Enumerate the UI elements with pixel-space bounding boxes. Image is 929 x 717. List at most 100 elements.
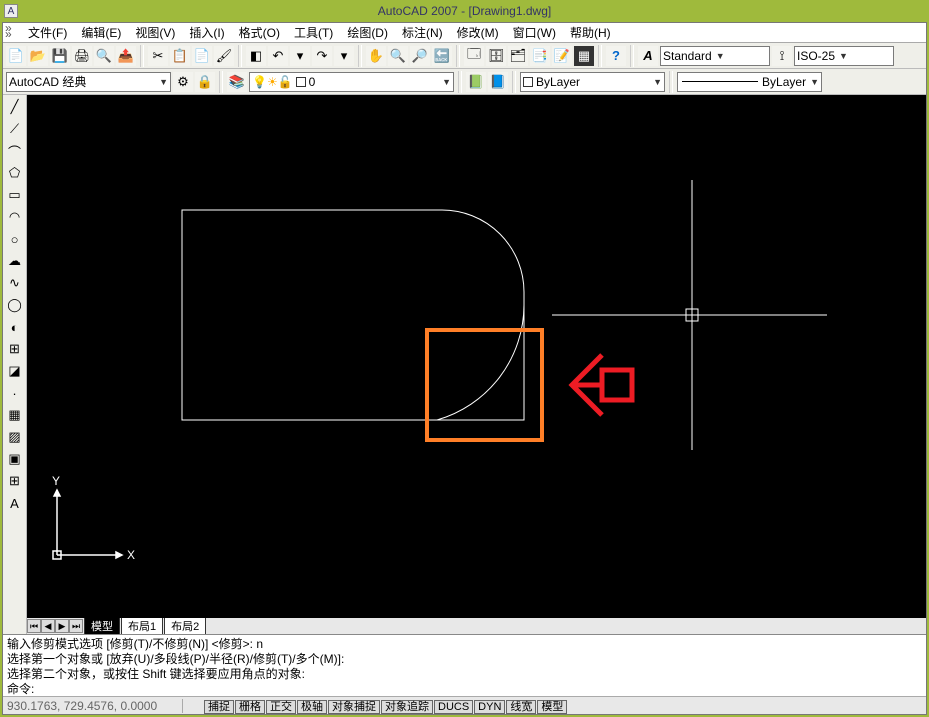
menubar-handle[interactable]: »» [5,25,12,37]
drawing-canvas[interactable]: X Y [27,95,926,618]
gradient-icon[interactable]: ▨ [5,427,25,447]
status-toggle-9[interactable]: 模型 [537,700,567,714]
tab-prev-icon[interactable]: ◀ [41,619,55,633]
dimstyle-icon[interactable]: ⟟ [772,46,792,66]
arc-icon[interactable]: ◠ [5,207,25,227]
ellipse-arc-icon[interactable]: ◐ [5,317,25,337]
redo-drop-icon[interactable]: ▾ [334,46,354,66]
tab-layout2[interactable]: 布局2 [164,617,206,635]
textstyle-dropdown[interactable]: Standard▼ [660,46,770,66]
menu-format[interactable]: 格式(O) [236,23,283,42]
tab-first-icon[interactable]: ⏮ [27,619,41,633]
save-icon[interactable]: 💾 [50,46,70,66]
status-toggle-2[interactable]: 正交 [266,700,296,714]
block-icon[interactable]: ◪ [5,361,25,381]
layer-manager-icon[interactable]: 📚 [227,72,247,92]
insert-icon[interactable]: ⊞ [5,339,25,359]
tab-last-icon[interactable]: ⏭ [69,619,83,633]
menu-tools[interactable]: 工具(T) [291,23,336,42]
linetype-dropdown[interactable]: ByLayer ▼ [520,72,665,92]
paste-icon[interactable]: 📄 [192,46,212,66]
preview-icon[interactable]: 🔍 [94,46,114,66]
props-icon[interactable]: 🗔 [464,46,484,66]
layer-color-swatch [296,77,306,87]
dimstyle-dropdown[interactable]: ISO-25▼ [794,46,894,66]
redo-icon[interactable]: ↷ [312,46,332,66]
status-toggle-4[interactable]: 对象捕捉 [328,700,380,714]
circle-icon[interactable]: ○ [5,229,25,249]
ellipse-icon[interactable]: ◯ [5,295,25,315]
menu-insert[interactable]: 插入(I) [186,23,227,42]
color-swatch [523,77,533,87]
menu-help[interactable]: 帮助(H) [567,23,614,42]
undo-drop-icon[interactable]: ▾ [290,46,310,66]
status-toggle-8[interactable]: 线宽 [506,700,536,714]
point-icon[interactable]: · [5,383,25,403]
undo-icon[interactable]: ↶ [268,46,288,66]
layer-name: 0 [309,75,316,89]
xline-icon[interactable]: ⟋ [5,119,25,139]
publish-icon[interactable]: 📤 [116,46,136,66]
menu-draw[interactable]: 绘图(D) [344,23,391,42]
menu-dimension[interactable]: 标注(N) [399,23,446,42]
window-title: AutoCAD 2007 - [Drawing1.dwg] [378,4,551,18]
workspace-lock-icon[interactable]: 🔒 [195,72,215,92]
rectangle-icon[interactable]: ▭ [5,185,25,205]
textstyle-value: Standard [663,49,712,63]
tool-pal-icon[interactable]: 🗂 [508,46,528,66]
workspace-dropdown[interactable]: AutoCAD 经典▼ [6,72,171,92]
layer-prev-icon[interactable]: 📗 [466,72,486,92]
lineweight-preview [682,81,758,82]
markup-icon[interactable]: 📝 [552,46,572,66]
region-icon[interactable]: ▣ [5,449,25,469]
workspace-settings-icon[interactable]: ⚙ [173,72,193,92]
menu-modify[interactable]: 修改(M) [454,23,502,42]
hatch-icon[interactable]: ▦ [5,405,25,425]
status-toggle-6[interactable]: DUCS [434,700,473,714]
sheetset-icon[interactable]: 📑 [530,46,550,66]
layer-bulb-icon: 💡 [252,75,267,89]
revcloud-icon[interactable]: ☁ [5,251,25,271]
layer-state-icon[interactable]: 📘 [488,72,508,92]
menu-view[interactable]: 视图(V) [132,23,178,42]
spline-icon[interactable]: ∿ [5,273,25,293]
polygon-icon[interactable]: ⬠ [5,163,25,183]
table-icon[interactable]: ⊞ [5,471,25,491]
lineweight-dropdown[interactable]: ByLayer ▼ [677,72,822,92]
sysmenu-icon[interactable]: A [4,4,18,18]
status-toggle-3[interactable]: 极轴 [297,700,327,714]
copy-icon[interactable]: 📋 [170,46,190,66]
layer-dropdown[interactable]: 💡 ☀ 🔓 0 ▼ [249,72,454,92]
help-icon[interactable]: ? [606,46,626,66]
menu-window[interactable]: 窗口(W) [510,23,559,42]
line-icon[interactable]: ╱ [5,97,25,117]
draw-toolbar: ╱⟋⌒⬠▭◠○☁∿◯◐⊞◪·▦▨▣⊞A [3,95,27,634]
tab-model[interactable]: 模型 [84,617,120,635]
match-icon[interactable]: 🖌 [214,46,234,66]
pan-icon[interactable]: ✋ [366,46,386,66]
new-icon[interactable]: 📄 [6,46,26,66]
toolbar-row-2: AutoCAD 经典▼ ⚙ 🔒 📚 💡 ☀ 🔓 0 ▼ 📗 📘 ByLayer … [3,69,926,95]
status-toggle-5[interactable]: 对象追踪 [381,700,433,714]
open-icon[interactable]: 📂 [28,46,48,66]
zoom-prev-icon[interactable]: 🔙 [432,46,452,66]
calc-icon[interactable]: ▦ [574,46,594,66]
tab-next-icon[interactable]: ▶ [55,619,69,633]
dc-icon[interactable]: 🗄 [486,46,506,66]
menu-file[interactable]: 文件(F) [25,23,70,42]
zoom-rt-icon[interactable]: 🔍 [388,46,408,66]
cmd-line-3: 选择第二个对象，或按住 Shift 键选择要应用角点的对象: [7,667,305,681]
polyline-icon[interactable]: ⌒ [5,141,25,161]
block-edit-icon[interactable]: ◧ [246,46,266,66]
menu-edit[interactable]: 编辑(E) [78,23,124,42]
status-toggle-1[interactable]: 栅格 [235,700,265,714]
menubar: »» 文件(F) 编辑(E) 视图(V) 插入(I) 格式(O) 工具(T) 绘… [3,23,926,43]
zoom-win-icon[interactable]: 🔎 [410,46,430,66]
cut-icon[interactable]: ✂ [148,46,168,66]
status-toggle-0[interactable]: 捕捉 [204,700,234,714]
tab-layout1[interactable]: 布局1 [121,617,163,635]
text-icon[interactable]: A [5,493,25,513]
status-toggle-7[interactable]: DYN [474,700,505,714]
plot-icon[interactable]: 🖨 [72,46,92,66]
textstyle-icon[interactable]: A [638,46,658,66]
